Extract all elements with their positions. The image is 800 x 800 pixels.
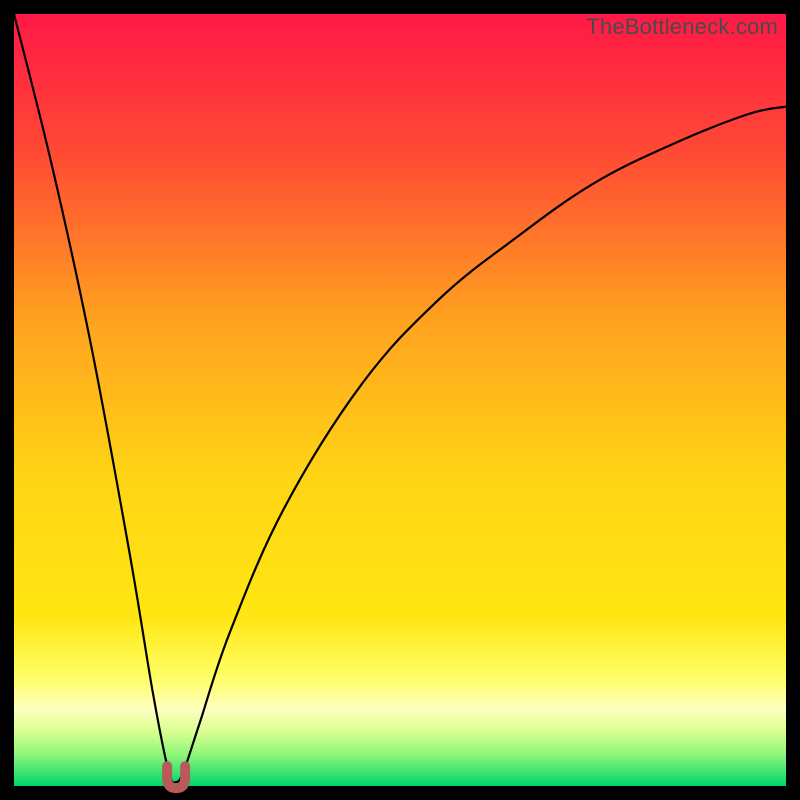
optimal-marker	[167, 766, 185, 788]
curve-path	[14, 14, 786, 783]
bottleneck-curve	[14, 14, 786, 786]
chart-frame: TheBottleneck.com	[14, 14, 786, 786]
